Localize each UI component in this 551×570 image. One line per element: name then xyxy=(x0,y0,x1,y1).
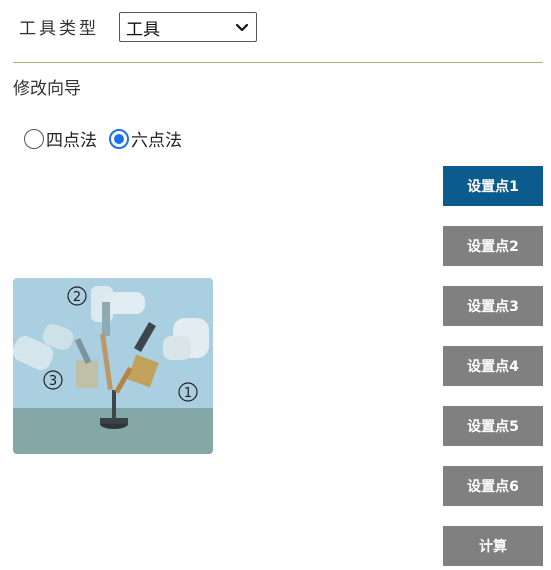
radio-four-point-label: 四点法 xyxy=(46,131,97,151)
radio-six-point[interactable] xyxy=(109,128,129,149)
radio-six-point-label: 六点法 xyxy=(131,131,182,151)
method-radio-group: 四点法 六点法 xyxy=(24,126,194,151)
tool-type-label: 工具类型 xyxy=(19,19,99,39)
set-point-3-button[interactable]: 设置点3 xyxy=(443,286,543,326)
radio-four-point[interactable] xyxy=(24,128,44,149)
set-point-5-button[interactable]: 设置点5 xyxy=(443,406,543,446)
tcp-calibration-illustration: 2 3 1 xyxy=(13,278,213,454)
radio-option-four-point[interactable]: 四点法 xyxy=(24,126,97,151)
svg-text:2: 2 xyxy=(73,290,81,305)
section-divider xyxy=(13,62,543,63)
set-point-4-button[interactable]: 设置点4 xyxy=(443,346,543,386)
set-point-2-button[interactable]: 设置点2 xyxy=(443,226,543,266)
radio-option-six-point[interactable]: 六点法 xyxy=(109,126,182,151)
chevron-down-icon xyxy=(235,23,249,32)
tool-type-value: 工具 xyxy=(126,19,160,40)
wizard-title: 修改向导 xyxy=(13,79,81,99)
calculate-button[interactable]: 计算 xyxy=(443,526,543,566)
set-point-6-button[interactable]: 设置点6 xyxy=(443,466,543,506)
set-point-1-button[interactable]: 设置点1 xyxy=(443,166,543,206)
svg-text:1: 1 xyxy=(184,386,192,401)
svg-text:3: 3 xyxy=(49,374,57,389)
tool-type-select[interactable]: 工具 xyxy=(119,12,257,42)
